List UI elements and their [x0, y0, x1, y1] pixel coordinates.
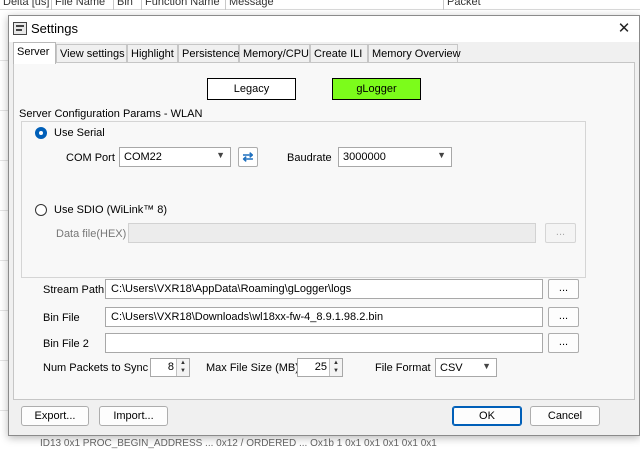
- column-header-delta[interactable]: Delta [us]: [0, 0, 52, 10]
- close-button[interactable]: ✕: [613, 18, 635, 40]
- stream-path-label: Stream Path: [43, 284, 105, 296]
- window-title: Settings: [31, 21, 78, 36]
- chevron-down-icon: ▼: [482, 361, 491, 371]
- use-serial-radio[interactable]: [35, 127, 47, 139]
- spin-arrows-icon[interactable]: ▲ ▼: [329, 359, 342, 376]
- background-row-text: ID13 0x1 PROC_BEGIN_ADDRESS ... 0x12 / O…: [40, 438, 437, 449]
- bin-file-label: Bin File: [43, 312, 80, 324]
- bin-file2-field[interactable]: [105, 333, 543, 353]
- use-sdio-label: Use SDIO (WiLink™ 8): [54, 204, 168, 216]
- tab-create-ili[interactable]: Create ILI: [310, 44, 368, 63]
- use-sdio-radio[interactable]: [35, 204, 47, 216]
- bin-file-browse-button[interactable]: ...: [548, 307, 579, 327]
- tab-highlight[interactable]: Highlight: [127, 44, 178, 63]
- legacy-mode-button[interactable]: Legacy: [207, 78, 296, 100]
- tab-memory-overview[interactable]: Memory Overview: [368, 44, 461, 63]
- data-file-field[interactable]: [128, 223, 536, 243]
- max-file-size-label: Max File Size (MB): [206, 362, 299, 374]
- use-serial-label: Use Serial: [54, 127, 105, 139]
- tab-memory-cpu[interactable]: Memory/CPU: [239, 44, 310, 63]
- server-config-group-title: Server Configuration Params - WLAN: [18, 108, 204, 120]
- data-file-label: Data file(HEX): [56, 228, 127, 240]
- num-packets-label: Num Packets to Sync: [43, 362, 149, 374]
- data-file-browse-button[interactable]: ...: [545, 223, 576, 243]
- bin-file2-browse-button[interactable]: ...: [548, 333, 579, 353]
- max-file-size-value: 25: [314, 361, 327, 373]
- tab-view-settings[interactable]: View settings: [56, 44, 127, 63]
- column-header-file-name[interactable]: File Name: [52, 0, 114, 10]
- file-format-select[interactable]: CSV ▼: [435, 358, 497, 377]
- stream-path-field[interactable]: C:\Users\VXR18\AppData\Roaming\gLogger\l…: [105, 279, 543, 299]
- glogger-mode-button[interactable]: gLogger: [332, 78, 421, 100]
- refresh-button[interactable]: ⇄: [238, 147, 258, 167]
- server-config-group: [21, 121, 586, 278]
- com-port-value: COM22: [124, 151, 162, 163]
- settings-window-icon: [13, 22, 27, 35]
- spin-arrows-icon[interactable]: ▲ ▼: [176, 359, 189, 376]
- max-file-size-stepper[interactable]: 25 ▲ ▼: [297, 358, 343, 377]
- bin-file-field[interactable]: C:\Users\VXR18\Downloads\wl18xx-fw-4_8.9…: [105, 307, 543, 327]
- background-table-header: Delta [us] File Name Bin Function Name M…: [0, 0, 640, 10]
- stream-path-browse-button[interactable]: ...: [548, 279, 579, 299]
- cancel-button[interactable]: Cancel: [530, 406, 600, 426]
- chevron-down-icon: ▼: [437, 150, 446, 160]
- tab-persistence[interactable]: Persistence: [178, 44, 239, 63]
- column-header-function-name[interactable]: Function Name: [142, 0, 226, 10]
- column-header-message[interactable]: Message: [226, 0, 444, 10]
- com-port-select[interactable]: COM22 ▼: [119, 147, 231, 167]
- chevron-down-icon: ▼: [216, 150, 225, 160]
- baudrate-label: Baudrate: [287, 152, 332, 164]
- import-button[interactable]: Import...: [99, 406, 168, 426]
- file-format-label: File Format: [375, 362, 431, 374]
- settings-dialog: Settings ✕ Server View settings Highligh…: [8, 15, 640, 436]
- file-format-value: CSV: [440, 362, 463, 374]
- column-header-packet[interactable]: Packet: [444, 0, 640, 10]
- ok-button[interactable]: OK: [452, 406, 522, 426]
- export-button[interactable]: Export...: [21, 406, 89, 426]
- column-header-bin[interactable]: Bin: [114, 0, 142, 10]
- baudrate-select[interactable]: 3000000 ▼: [338, 147, 452, 167]
- baudrate-value: 3000000: [343, 151, 386, 163]
- num-packets-value: 8: [167, 361, 174, 373]
- num-packets-stepper[interactable]: 8 ▲ ▼: [150, 358, 190, 377]
- tab-server[interactable]: Server: [13, 42, 56, 64]
- refresh-icon: ⇄: [242, 149, 254, 164]
- title-bar[interactable]: Settings ✕: [9, 16, 639, 42]
- com-port-label: COM Port: [66, 152, 115, 164]
- bin-file2-label: Bin File 2: [43, 338, 89, 350]
